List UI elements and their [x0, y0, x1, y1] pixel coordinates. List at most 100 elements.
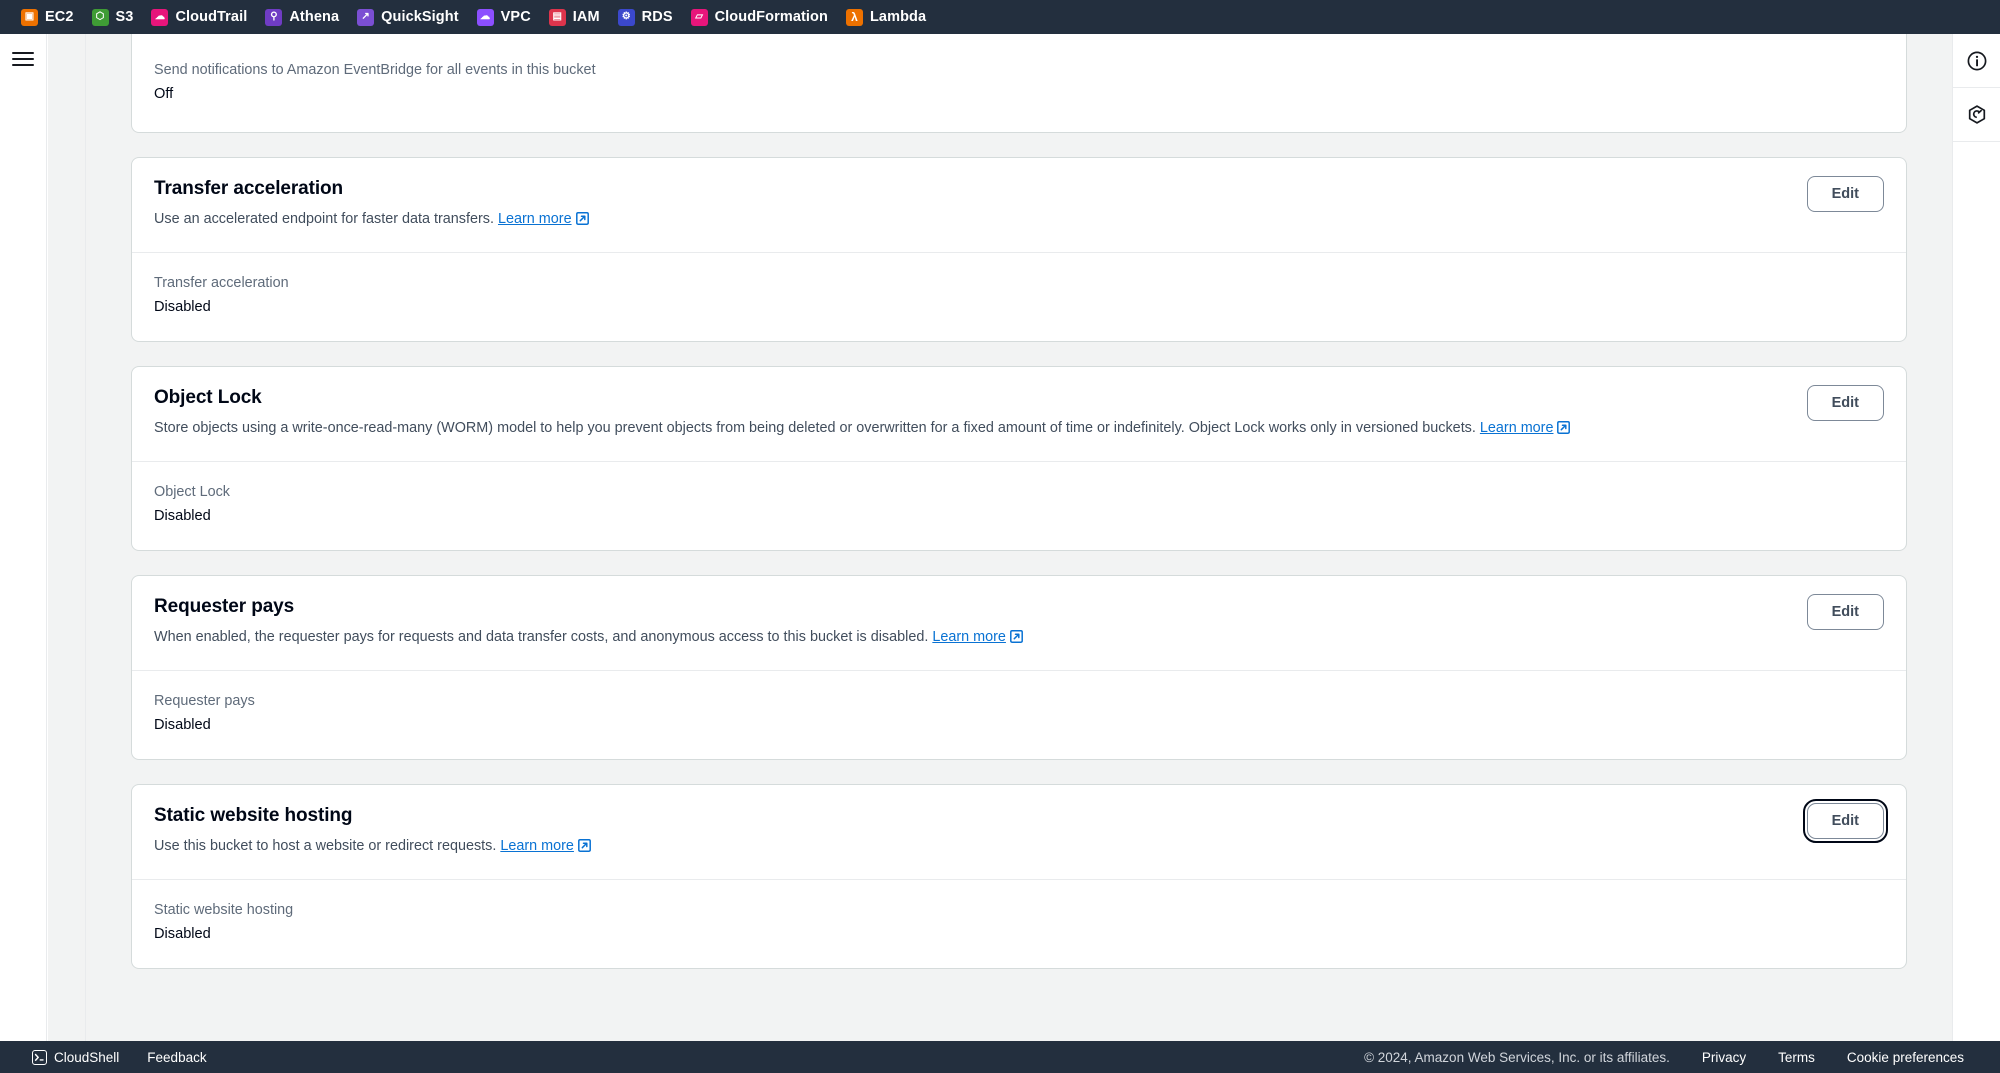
service-shortcut-vpc[interactable]: ☁ VPC — [470, 6, 542, 29]
transfer-acceleration-property-block: Transfer acceleration Disabled — [132, 253, 1906, 341]
service-shortcut-label: CloudFormation — [714, 9, 828, 25]
object-lock-property-block: Object Lock Disabled — [132, 462, 1906, 550]
object-lock-property-value: Disabled — [154, 507, 211, 524]
object-lock-title: Object Lock — [154, 386, 262, 408]
info-panel-button[interactable] — [1953, 34, 2000, 88]
event-bridge-property-block: Send notifications to Amazon EventBridge… — [132, 34, 1906, 132]
description-text: Use an accelerated endpoint for faster d… — [154, 211, 494, 227]
static-website-hosting-description: Use this bucket to host a website or red… — [154, 836, 591, 859]
iam-service-icon: ▤ — [548, 8, 566, 26]
rds-service-icon: ⚙ — [617, 8, 635, 26]
footer-left-group: CloudShell Feedback — [0, 1046, 221, 1069]
learn-more-link[interactable]: Learn more — [1480, 420, 1554, 436]
left-navigation-rail — [0, 34, 47, 1041]
s3-service-icon: ⬡ — [91, 8, 109, 26]
right-tool-rail — [1952, 34, 2000, 1041]
service-shortcut-label: EC2 — [45, 9, 74, 25]
ec2-service-icon: ▣ — [21, 8, 38, 26]
service-shortcut-s3[interactable]: ⬡ S3 — [85, 6, 145, 29]
terminal-prompt-icon — [32, 1049, 47, 1065]
lambda-service-icon: λ — [845, 8, 863, 26]
service-shortcut-label: Lambda — [869, 9, 927, 25]
object-lock-header: Object Lock Store objects using a write-… — [132, 367, 1906, 462]
object-lock-description: Store objects using a write-once-read-ma… — [154, 418, 1571, 441]
athena-service-icon: ⚲ — [265, 8, 283, 26]
service-shortcut-label: IAM — [572, 9, 600, 25]
aws-services-bookmark-bar: ▣ EC2 ⬡ S3 ☁ CloudTrail ⚲ Athena ↗ Quick… — [0, 0, 2000, 34]
static-website-hosting-edit-button[interactable]: Edit — [1802, 798, 1889, 844]
copyright-text: © 2024, Amazon Web Services, Inc. or its… — [1364, 1049, 1670, 1065]
description-text: Store objects using a write-once-read-ma… — [154, 419, 1476, 436]
requester-pays-edit-button[interactable]: Edit — [1806, 593, 1884, 630]
transfer-acceleration-description: Use an accelerated endpoint for faster d… — [154, 209, 589, 232]
object-lock-card: Object Lock Store objects using a write-… — [131, 365, 1907, 551]
transfer-acceleration-property-value: Disabled — [154, 298, 211, 315]
cloudtrail-service-icon: ☁ — [151, 8, 169, 26]
transfer-acceleration-title: Transfer acceleration — [154, 178, 344, 199]
service-shortcut-label: VPC — [500, 9, 531, 25]
transfer-acceleration-edit-button[interactable]: Edit — [1806, 176, 1884, 213]
learn-more-link[interactable]: Learn more — [500, 838, 574, 854]
requester-pays-header: Requester pays When enabled, the request… — [132, 576, 1906, 671]
navigation-toggle-icon[interactable] — [12, 50, 34, 68]
static-website-hosting-card: Static website hosting Use this bucket t… — [131, 783, 1907, 969]
service-shortcut-lambda[interactable]: λ Lambda — [839, 6, 937, 29]
cloudshell-label: CloudShell — [54, 1049, 120, 1065]
description-text: Use this bucket to host a website or red… — [154, 837, 497, 854]
transfer-acceleration-card: Transfer acceleration Use an accelerated… — [131, 157, 1907, 342]
service-shortcut-ec2[interactable]: ▣ EC2 — [14, 6, 85, 29]
cloudshell-panel-button[interactable] — [1953, 88, 2000, 142]
static-website-hosting-property-value: Disabled — [154, 925, 211, 942]
learn-more-link[interactable]: Learn more — [932, 629, 1006, 645]
service-shortcut-label: CloudTrail — [175, 9, 248, 25]
cloudformation-service-icon: ▱ — [690, 8, 708, 26]
event-bridge-label: Send notifications to Amazon EventBridge… — [154, 62, 596, 78]
event-notifications-card: Send notifications to Amazon EventBridge… — [131, 34, 1907, 133]
service-shortcut-label: QuickSight — [381, 9, 459, 25]
cloudshell-button[interactable]: CloudShell — [18, 1046, 133, 1069]
external-link-icon — [1009, 629, 1023, 650]
service-shortcut-quicksight[interactable]: ↗ QuickSight — [350, 6, 470, 29]
static-website-hosting-property-label: Static website hosting — [154, 901, 294, 918]
learn-more-link[interactable]: Learn more — [498, 211, 572, 227]
description-text: When enabled, the requester pays for req… — [154, 628, 929, 645]
requester-pays-property-value: Disabled — [154, 716, 211, 733]
info-circle-icon — [1967, 51, 1987, 70]
footer-right-group: © 2024, Amazon Web Services, Inc. or its… — [1348, 1046, 2000, 1069]
object-lock-property-label: Object Lock — [154, 483, 230, 500]
service-shortcut-iam[interactable]: ▤ IAM — [542, 6, 611, 29]
requester-pays-card: Requester pays When enabled, the request… — [131, 574, 1907, 760]
static-website-hosting-header: Static website hosting Use this bucket t… — [132, 785, 1906, 880]
service-shortcut-cloudtrail[interactable]: ☁ CloudTrail — [144, 6, 258, 29]
requester-pays-property-block: Requester pays Disabled — [132, 671, 1906, 759]
requester-pays-title: Requester pays — [154, 595, 295, 617]
console-footer: CloudShell Feedback © 2024, Amazon Web S… — [0, 1041, 2000, 1073]
transfer-acceleration-header: Transfer acceleration Use an accelerated… — [132, 158, 1906, 253]
feedback-link[interactable]: Feedback — [133, 1046, 220, 1069]
console-app-frame: Send notifications to Amazon EventBridge… — [0, 34, 2000, 1041]
hexagon-tool-icon — [1968, 104, 1986, 124]
cookie-preferences-link[interactable]: Cookie preferences — [1831, 1046, 1980, 1069]
vpc-service-icon: ☁ — [476, 8, 494, 26]
bucket-properties-scroll-region[interactable]: Send notifications to Amazon EventBridge… — [86, 34, 1952, 1041]
privacy-link[interactable]: Privacy — [1686, 1046, 1762, 1069]
service-shortcut-label: RDS — [641, 9, 673, 25]
event-bridge-value: Off — [154, 86, 174, 102]
quicksight-service-icon: ↗ — [357, 8, 375, 26]
service-shortcut-cloudformation[interactable]: ▱ CloudFormation — [684, 6, 839, 29]
service-shortcut-athena[interactable]: ⚲ Athena — [258, 6, 350, 29]
external-link-icon — [1557, 420, 1571, 441]
static-website-hosting-title: Static website hosting — [154, 804, 353, 826]
object-lock-edit-button[interactable]: Edit — [1806, 384, 1884, 421]
content-gutter — [48, 34, 86, 1041]
requester-pays-property-label: Requester pays — [154, 692, 255, 709]
requester-pays-description: When enabled, the requester pays for req… — [154, 627, 1023, 650]
terms-link[interactable]: Terms — [1762, 1046, 1831, 1069]
service-shortcut-label: Athena — [289, 9, 340, 25]
service-shortcut-label: S3 — [115, 9, 134, 25]
external-link-icon — [577, 838, 591, 859]
external-link-icon — [575, 211, 589, 232]
service-shortcut-rds[interactable]: ⚙ RDS — [611, 6, 684, 29]
static-website-hosting-property-block: Static website hosting Disabled — [132, 880, 1906, 968]
transfer-acceleration-property-label: Transfer acceleration — [154, 274, 289, 291]
